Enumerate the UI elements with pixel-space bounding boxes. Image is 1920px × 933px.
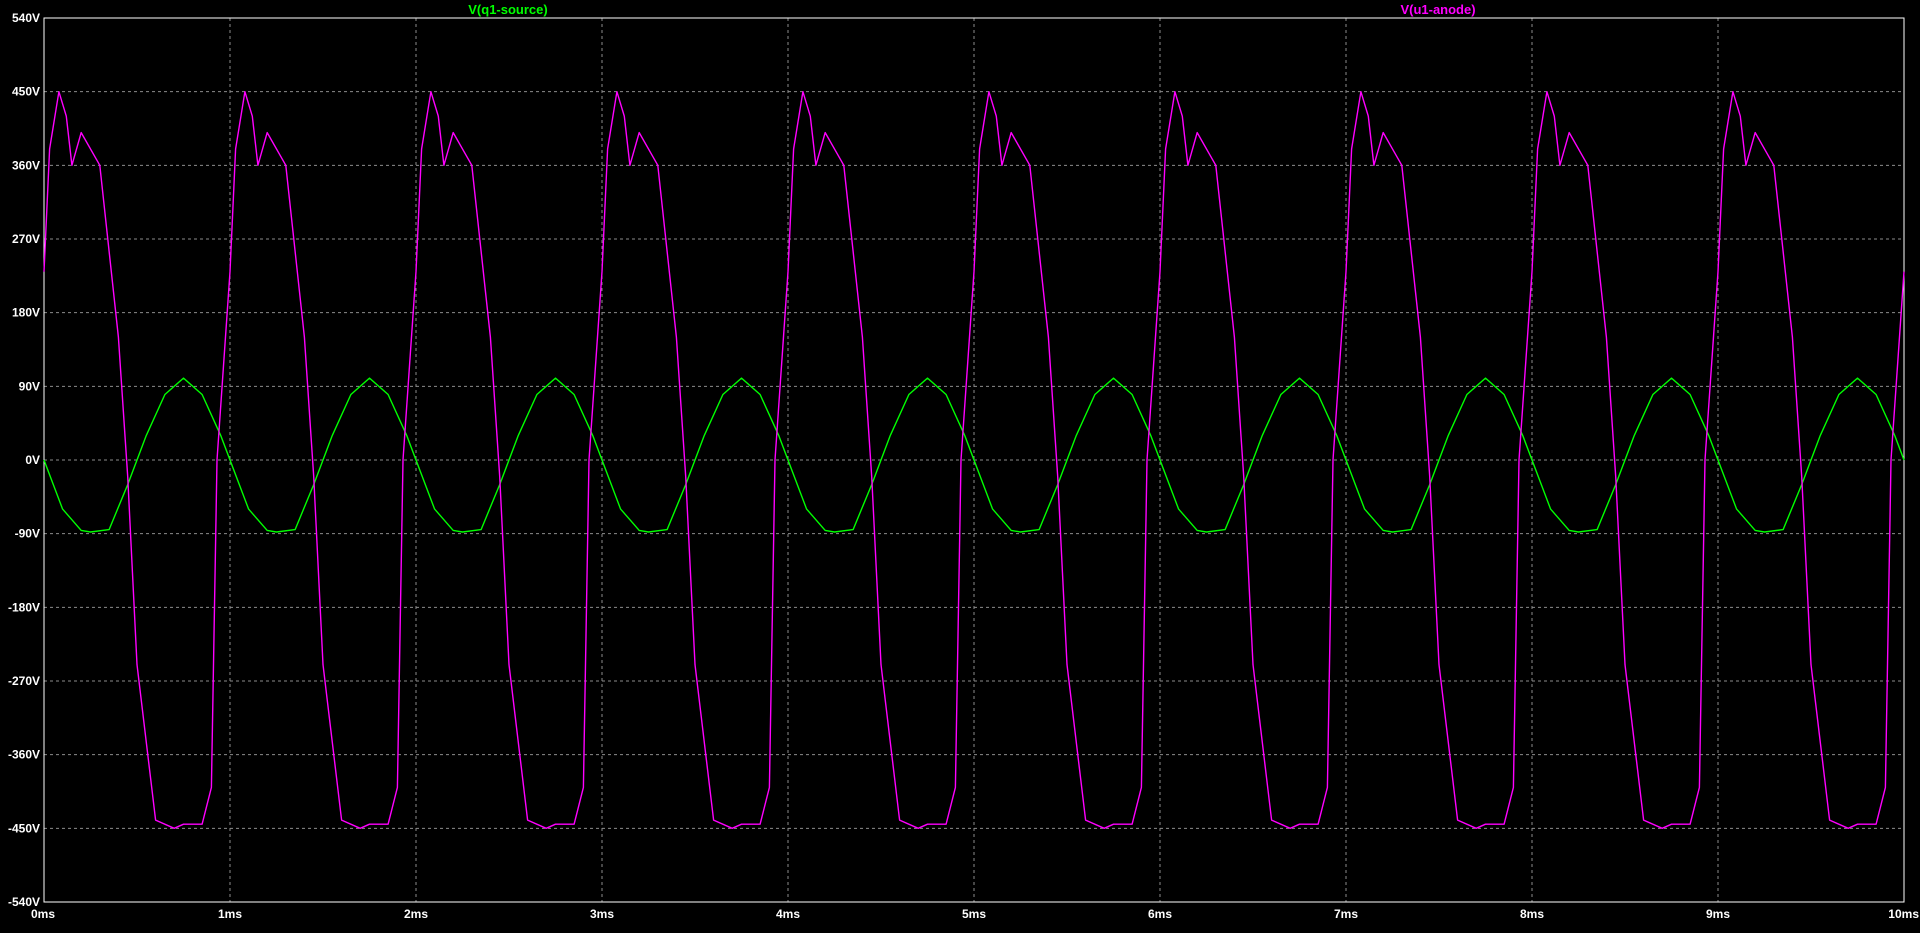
y-tick-label: 540V (12, 11, 40, 25)
x-tick-label: 3ms (590, 907, 614, 921)
y-tick-label: 450V (12, 85, 40, 99)
y-tick-label: -270V (8, 674, 40, 688)
x-tick-label: 6ms (1148, 907, 1172, 921)
x-tick-label: 1ms (218, 907, 242, 921)
legend-entry[interactable]: V(u1-anode) (1400, 2, 1475, 17)
y-tick-label: 360V (12, 158, 40, 172)
legend-entry[interactable]: V(q1-source) (468, 2, 547, 17)
waveform-plot[interactable]: 540V 450V 360V 270V 180V 90V 0V -90V -180V -270V -… (0, 0, 1920, 928)
y-tick-label: 180V (12, 306, 40, 320)
x-tick-label: 7ms (1334, 907, 1358, 921)
y-tick-label: 0V (25, 453, 40, 467)
x-tick-label: 8ms (1520, 907, 1544, 921)
x-tick-label: 0ms (31, 907, 55, 921)
plot-background (0, 0, 1920, 928)
x-tick-label: 10ms (1888, 907, 1919, 921)
x-tick-label: 2ms (404, 907, 428, 921)
x-tick-label: 9ms (1706, 907, 1730, 921)
x-tick-label: 4ms (776, 907, 800, 921)
y-tick-label: -180V (8, 600, 40, 614)
x-tick-label: 5ms (962, 907, 986, 921)
plot-canvas[interactable]: 540V 450V 360V 270V 180V 90V 0V -90V -180V -270V -… (0, 0, 1920, 928)
y-tick-label: 270V (12, 232, 40, 246)
y-tick-label: -360V (8, 748, 40, 762)
y-tick-label: -450V (8, 821, 40, 835)
y-tick-label: 90V (19, 379, 40, 393)
y-tick-label: -90V (15, 527, 40, 541)
